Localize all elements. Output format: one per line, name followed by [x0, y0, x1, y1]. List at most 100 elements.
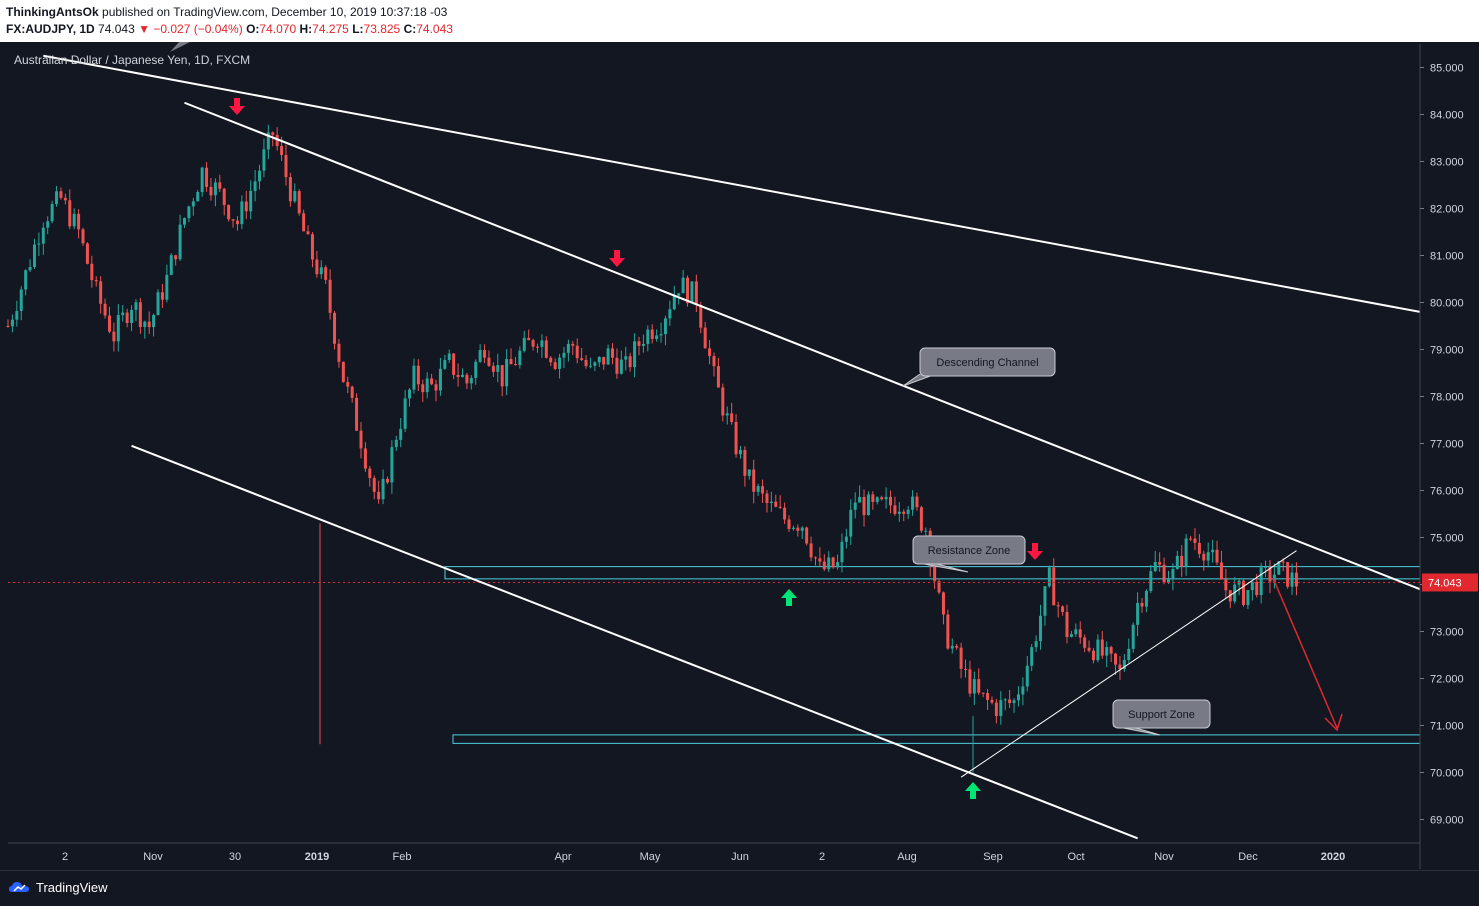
candle-body — [1184, 538, 1188, 567]
candle-body — [655, 335, 659, 339]
candle-body — [1144, 590, 1148, 607]
candle-body — [394, 439, 398, 448]
candle-body — [575, 345, 579, 359]
candle-body — [743, 449, 747, 476]
candle-body — [668, 309, 672, 319]
candle-body — [1087, 647, 1091, 651]
ohlc-line: FX:AUDJPY, 1D 74.043 ▼ −0.027 (−0.04%) O… — [6, 22, 453, 36]
price-chart[interactable]: 85.000 84.000 83.000 82.000 81.000 80.000 79.0… — [0, 0, 1479, 905]
candle-body — [721, 387, 725, 416]
candle-body — [244, 201, 248, 212]
candle-body — [1127, 648, 1131, 661]
candle-body — [1012, 700, 1016, 704]
time-axis-label: 2 — [62, 851, 68, 863]
candle-body — [412, 365, 416, 390]
close-label: C: — [403, 22, 417, 36]
candle-body — [50, 204, 54, 222]
candle-body — [1206, 552, 1210, 561]
candle-body — [385, 478, 389, 483]
candle-body — [1171, 568, 1175, 579]
author-name[interactable]: ThinkingAntsOk — [6, 5, 99, 19]
candle-body — [355, 397, 359, 431]
candle-body — [783, 507, 787, 520]
candle-body — [950, 645, 954, 649]
candle-body — [1078, 629, 1082, 638]
candle-body — [1281, 561, 1285, 563]
candle-body — [377, 491, 381, 500]
candle-body — [580, 358, 584, 360]
candle-body — [1016, 694, 1020, 701]
candle-body — [59, 191, 63, 198]
candle-body — [196, 192, 200, 202]
candle-body — [310, 234, 314, 260]
candle-body — [209, 186, 213, 196]
candle-body — [628, 356, 632, 368]
candle-body — [509, 359, 513, 365]
candle-body — [231, 219, 235, 221]
published-text: published on TradingView.com, December 1… — [102, 5, 448, 19]
candle-body — [359, 430, 363, 449]
candle-body — [1034, 641, 1038, 648]
candle-body — [1255, 581, 1259, 596]
candle-body — [946, 614, 950, 649]
candle-body — [699, 304, 703, 328]
candle-body — [1021, 686, 1025, 695]
candle-body — [1052, 567, 1056, 606]
candle-body — [1215, 549, 1219, 563]
cloud-icon — [9, 882, 29, 892]
tradingview-logo[interactable]: TradingView — [8, 879, 108, 895]
candle-body — [456, 374, 460, 377]
candle-body — [63, 197, 67, 201]
candle-body — [756, 486, 760, 492]
price-axis-label: 83.000 — [1430, 157, 1464, 169]
candle-body — [262, 149, 266, 171]
candle-body — [1131, 624, 1135, 649]
candle-body — [474, 361, 478, 378]
candle-body — [1100, 639, 1104, 656]
candle-body — [527, 337, 531, 341]
candle-body — [125, 312, 129, 324]
candle-body — [452, 353, 456, 375]
candle-body — [875, 497, 879, 502]
candle-body — [297, 191, 301, 214]
candle-body — [178, 224, 182, 260]
candle-body — [10, 319, 14, 327]
candle-body — [32, 244, 36, 268]
candle-body — [659, 334, 663, 336]
candle-body — [187, 206, 191, 219]
time-axis-label: Apr — [554, 851, 571, 863]
price-axis-label: 84.000 — [1430, 110, 1464, 122]
candle-body — [90, 263, 94, 281]
candle-body — [858, 496, 862, 503]
candle-body — [1242, 580, 1245, 605]
time-axis-label: Nov — [143, 851, 163, 863]
candle-body — [302, 213, 306, 232]
candle-body — [134, 302, 138, 310]
candle-body — [884, 496, 888, 500]
candle-body — [1065, 611, 1069, 637]
candle-body — [1039, 615, 1043, 642]
candle-body — [1083, 637, 1087, 648]
candle-body — [977, 679, 981, 693]
candle-body — [1286, 562, 1290, 587]
candle-body — [769, 501, 773, 504]
candle-body — [288, 177, 292, 202]
candle-body — [836, 562, 840, 568]
candle-body — [716, 366, 720, 388]
candle-body — [633, 341, 637, 368]
candle-body — [677, 293, 681, 296]
candle-body — [849, 509, 853, 537]
candle-body — [465, 374, 469, 384]
candle-body — [218, 182, 222, 189]
footer-bar: TradingView — [0, 870, 1479, 906]
candle-body — [258, 170, 262, 182]
candle-body — [460, 374, 464, 377]
candle-body — [981, 692, 985, 694]
candle-body — [818, 558, 822, 562]
candle-body — [425, 378, 429, 393]
candle-body — [350, 386, 354, 398]
publication-header: ThinkingAntsOk published on TradingView.… — [0, 0, 1479, 42]
price-axis-label: 69.000 — [1430, 815, 1464, 827]
candle-body — [491, 365, 495, 372]
candle-body — [862, 496, 866, 516]
